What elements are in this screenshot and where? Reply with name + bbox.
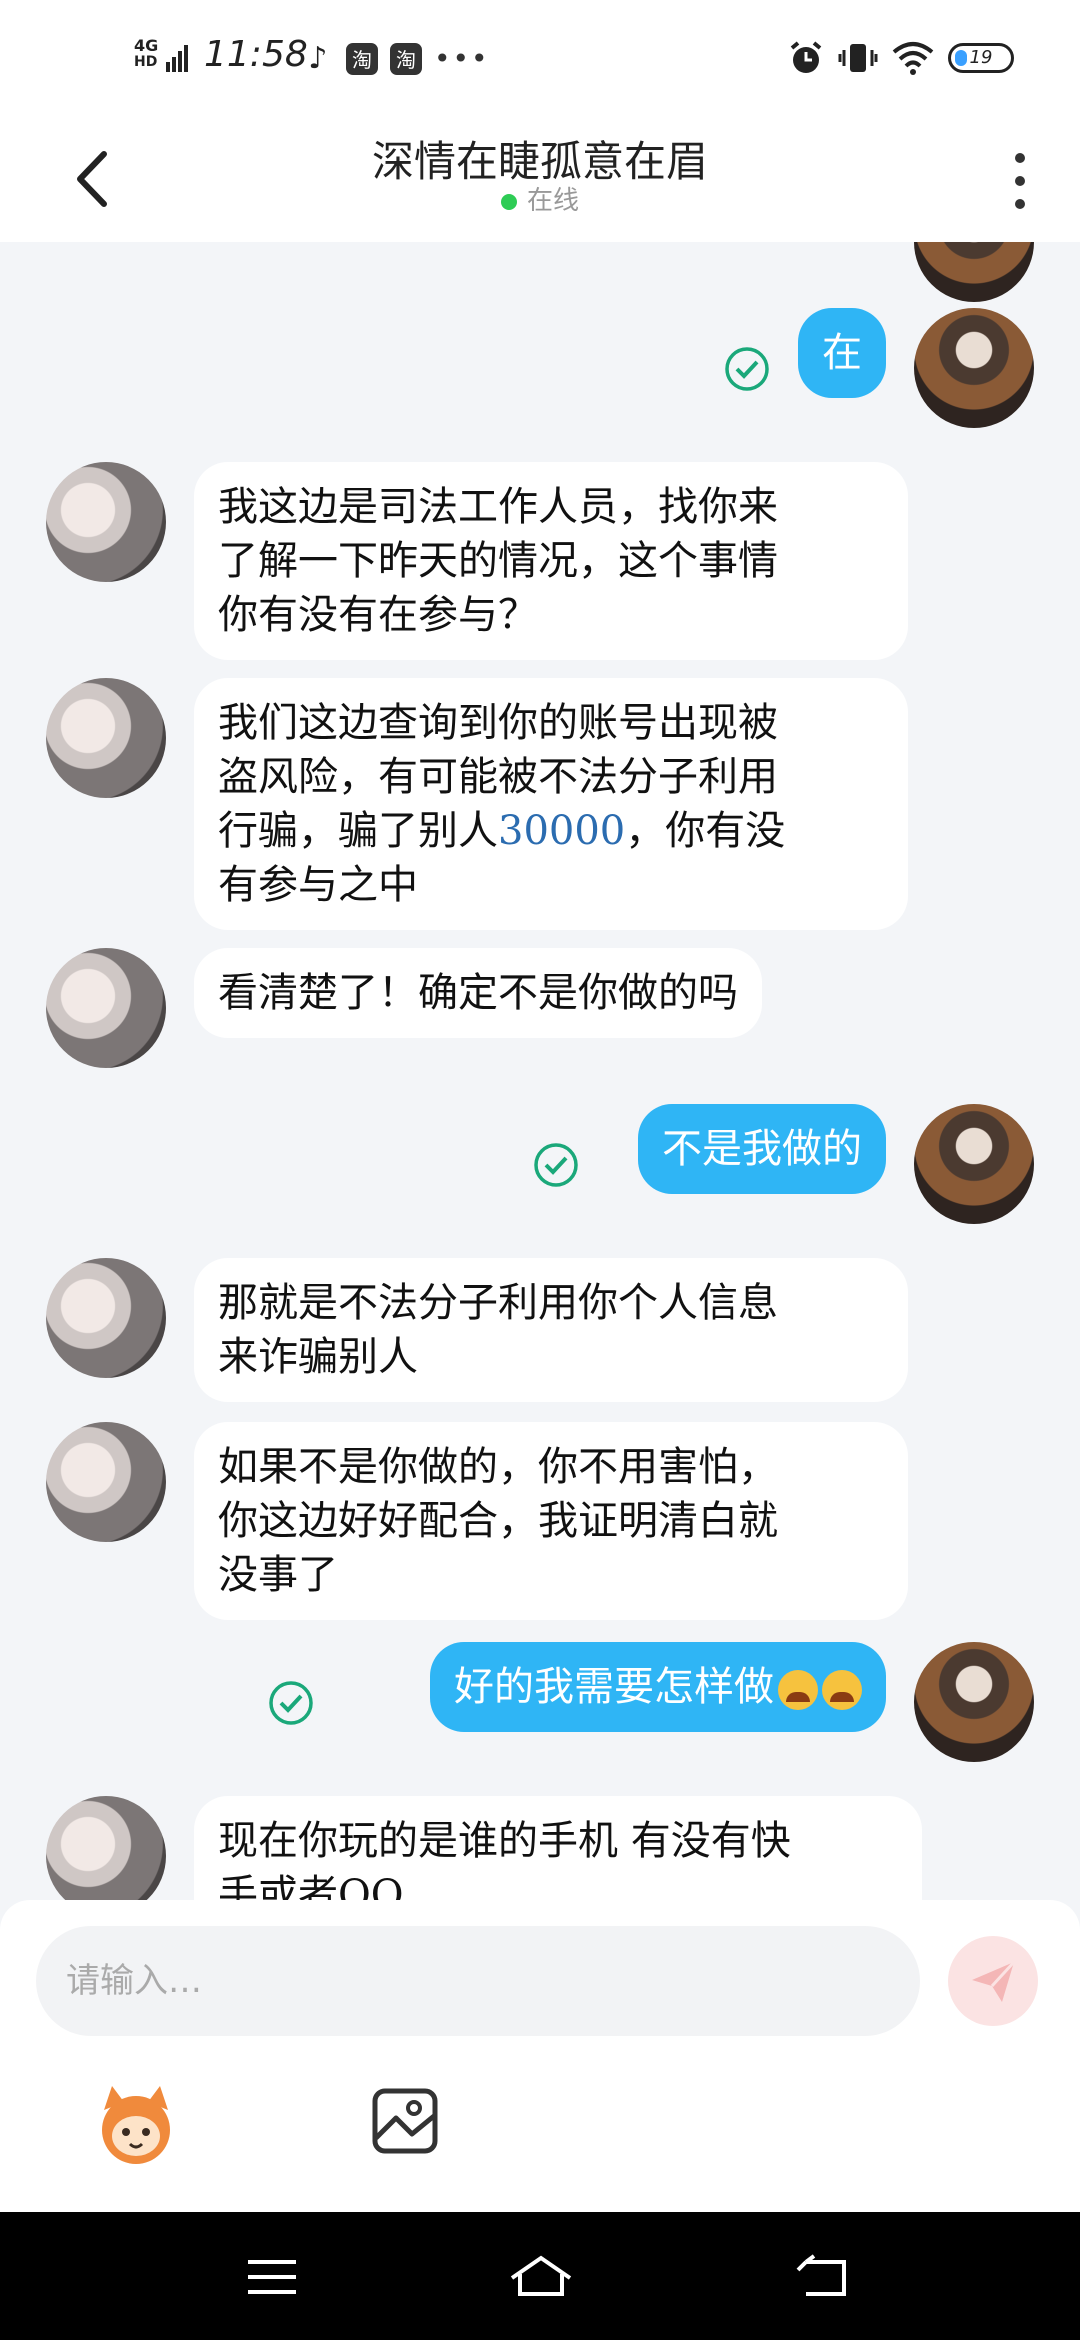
message-text: 你有没有在参与？ xyxy=(218,592,538,638)
crying-emoji-icon xyxy=(822,1670,862,1710)
message-text: 在 xyxy=(822,330,862,376)
message-text-part: ，你有没 xyxy=(625,808,786,854)
message-bubble-received[interactable]: 现在你玩的是谁的手机 有没有快 手或者QQ xyxy=(194,1796,922,1902)
network-type: 4G xyxy=(134,36,159,55)
read-check-icon xyxy=(725,347,769,391)
message-bubble-sent[interactable]: 好的我需要怎样做 xyxy=(430,1642,886,1732)
back-nav-icon[interactable] xyxy=(792,2252,852,2302)
message-list[interactable]: 在 我这边是司法工作人员，找你来 了解一下昨天的情况，这个事情 你有没有在参与？… xyxy=(0,242,1080,1902)
message-text: 看清楚了！确定不是你做的吗 xyxy=(218,970,738,1016)
alarm-icon xyxy=(790,41,822,73)
menu-icon[interactable] xyxy=(242,2252,302,2302)
dot-icon xyxy=(1015,152,1025,163)
self-avatar[interactable] xyxy=(914,1104,1034,1224)
message-text: 了解一下昨天的情况，这个事情 xyxy=(218,538,778,584)
taobao-icon: 淘 xyxy=(346,42,378,75)
message-text: 盗风险，有可能被不法分子利用 xyxy=(218,754,778,800)
message-bubble-sent[interactable]: 不是我做的 xyxy=(638,1104,886,1194)
self-avatar[interactable] xyxy=(914,308,1034,428)
message-text: 那就是不法分子利用你个人信息 xyxy=(218,1280,778,1326)
online-status-text: 在线 xyxy=(526,186,579,216)
message-bubble-received[interactable]: 如果不是你做的，你不用害怕， 你这边好好配合，我证明清白就 没事了 xyxy=(194,1422,908,1620)
message-input[interactable] xyxy=(36,1926,920,2036)
taobao-icon: 淘 xyxy=(390,42,422,75)
message-text: 现在你玩的是谁的手机 有没有快 xyxy=(218,1818,791,1864)
message-text: 好的我需要怎样做 xyxy=(454,1664,774,1710)
self-avatar[interactable] xyxy=(914,242,1034,302)
system-icons: 19 xyxy=(788,40,1014,76)
online-status: 在线 xyxy=(0,180,1080,217)
send-button[interactable] xyxy=(948,1936,1038,2026)
message-text: 来诈骗别人 xyxy=(218,1334,418,1380)
status-bar: 4G HD 11:58 ♪ 淘 淘 ••• 19 xyxy=(0,0,1080,110)
more-notifications-icon: ••• xyxy=(434,42,490,75)
notification-icons: ♪ 淘 淘 ••• xyxy=(302,41,490,76)
wifi-icon xyxy=(892,42,934,75)
read-check-icon xyxy=(269,1681,313,1725)
message-text: 没事了 xyxy=(218,1552,338,1598)
highlighted-number[interactable]: 30000 xyxy=(498,808,625,854)
contact-avatar[interactable] xyxy=(46,678,166,798)
message-bubble-received[interactable]: 我这边是司法工作人员，找你来 了解一下昨天的情况，这个事情 你有没有在参与？ xyxy=(194,462,908,660)
network-hd: HD xyxy=(134,54,158,70)
message-text-part: 行骗，骗了别人 xyxy=(218,808,498,854)
message-text: 我们这边查询到你的账号出现被 xyxy=(218,700,778,746)
contact-avatar[interactable] xyxy=(46,462,166,582)
signal-icon xyxy=(166,45,188,72)
crying-emoji-icon xyxy=(778,1670,818,1710)
message-bubble-received[interactable]: 看清楚了！确定不是你做的吗 xyxy=(194,948,762,1038)
message-text: 我这边是司法工作人员，找你来 xyxy=(218,484,778,530)
network-indicator: 4G HD xyxy=(134,36,159,71)
send-icon xyxy=(972,1960,1016,2002)
battery-icon: 19 xyxy=(948,43,1014,73)
dot-icon xyxy=(1015,199,1025,210)
contact-avatar[interactable] xyxy=(46,1258,166,1378)
system-nav-bar xyxy=(0,2212,1080,2340)
message-bubble-received[interactable]: 那就是不法分子利用你个人信息 来诈骗别人 xyxy=(194,1258,908,1402)
mascot-sticker-button[interactable] xyxy=(90,2080,182,2172)
vibrate-icon xyxy=(838,44,878,72)
message-text: 手或者QQ xyxy=(218,1872,404,1902)
message-text: 不是我做的 xyxy=(662,1126,862,1172)
online-dot-icon xyxy=(500,193,517,210)
read-check-icon xyxy=(534,1143,578,1187)
image-picker-button[interactable] xyxy=(370,2086,440,2156)
message-text: 有参与之中 xyxy=(218,862,418,908)
self-avatar[interactable] xyxy=(914,1642,1034,1762)
battery-level: 19 xyxy=(969,47,993,68)
message-text: 你这边好好配合，我证明清白就 xyxy=(218,1498,778,1544)
more-options-button[interactable] xyxy=(1000,146,1040,216)
message-bubble-received[interactable]: 我们这边查询到你的账号出现被 盗风险，有可能被不法分子利用 行骗，骗了别人300… xyxy=(194,678,908,930)
contact-avatar[interactable] xyxy=(46,1422,166,1542)
contact-avatar[interactable] xyxy=(46,948,166,1068)
clock: 11:58 xyxy=(204,34,308,75)
home-icon[interactable] xyxy=(506,2252,576,2302)
message-text: 行骗，骗了别人30000，你有没 xyxy=(218,804,884,858)
contact-avatar[interactable] xyxy=(46,1796,166,1902)
message-bubble-sent[interactable]: 在 xyxy=(798,308,886,398)
tiktok-icon: ♪ xyxy=(308,41,328,76)
chat-header: 深情在睫孤意在眉 在线 xyxy=(0,110,1080,242)
composer xyxy=(0,1900,1080,2212)
dot-icon xyxy=(1015,175,1025,186)
message-text: 如果不是你做的，你不用害怕， xyxy=(218,1444,778,1490)
